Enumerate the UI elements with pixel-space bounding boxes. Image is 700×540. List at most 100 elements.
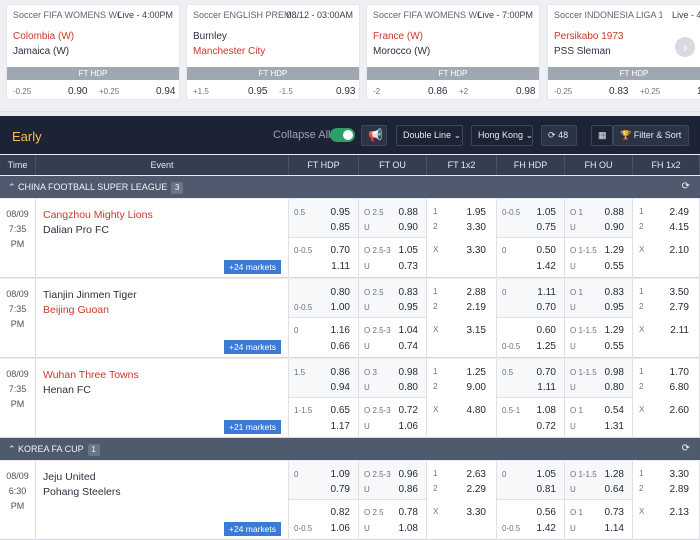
odds-value[interactable]: 0.88: [399, 207, 418, 218]
odds-value[interactable]: 3.30: [670, 469, 689, 480]
odds-value[interactable]: 1.42: [537, 261, 556, 272]
odds-value[interactable]: 3.15: [467, 325, 486, 336]
odds-value[interactable]: 0.85: [331, 222, 350, 233]
odds-value[interactable]: 0.94: [331, 382, 350, 393]
odds-value[interactable]: 1.31: [605, 421, 624, 432]
featured-match-card[interactable]: Soccer FIFA WOMENS WO... Live - 7:00PM Fra…: [366, 4, 540, 100]
odds-value[interactable]: 1.08: [399, 523, 418, 534]
odds-value[interactable]: 0.80: [331, 287, 350, 298]
more-markets-button[interactable]: +24 markets: [223, 522, 281, 536]
odds-value[interactable]: 0.95: [331, 207, 350, 218]
odds-value[interactable]: 0.80: [605, 382, 624, 393]
odds-value[interactable]: 0.78: [399, 507, 418, 518]
odds-value[interactable]: 0.79: [331, 484, 350, 495]
odds-value[interactable]: 0.74: [399, 341, 418, 352]
odds-value[interactable]: 1.25: [537, 341, 556, 352]
odds-value[interactable]: 1.17: [331, 421, 350, 432]
refresh-icon[interactable]: ⟳: [682, 438, 690, 460]
odds-value[interactable]: 6.80: [670, 382, 689, 393]
featured-match-card[interactable]: Soccer ENGLISH PREM... 08/12 - 03:00AM Bur…: [186, 4, 360, 100]
odds-value[interactable]: 0.72: [537, 421, 556, 432]
odds-value[interactable]: 2.11: [670, 325, 689, 336]
odds-value[interactable]: 0.96: [399, 469, 418, 480]
odds-value[interactable]: 1.25: [467, 367, 486, 378]
odds-value[interactable]: 0.83: [605, 287, 624, 298]
odds-value[interactable]: 1.00: [331, 302, 350, 313]
odds-value[interactable]: 0.64: [605, 484, 624, 495]
odds-value[interactable]: 0.82: [331, 507, 350, 518]
odds-value[interactable]: 0.70: [537, 302, 556, 313]
odds-value[interactable]: 1.11: [537, 382, 556, 393]
odds-value[interactable]: 1.11: [537, 287, 556, 298]
odds-value[interactable]: 0.66: [331, 341, 350, 352]
odds-value[interactable]: 0.80: [399, 382, 418, 393]
odds-value[interactable]: 0.98: [605, 367, 624, 378]
odds-away[interactable]: 0.93: [336, 86, 355, 97]
league-header[interactable]: ⌃ CHINA FOOTBALL SUPER LEAGUE 3 ⟳: [0, 176, 700, 198]
odds-away[interactable]: 0.94: [156, 86, 175, 97]
odds-value[interactable]: 0.90: [399, 222, 418, 233]
odds-value[interactable]: 0.72: [399, 405, 418, 416]
odds-value[interactable]: 0.65: [331, 405, 350, 416]
odds-value[interactable]: 2.10: [670, 245, 689, 256]
odds-home[interactable]: 0.86: [428, 86, 447, 97]
odds-value[interactable]: 4.80: [467, 405, 486, 416]
odds-value[interactable]: 2.79: [670, 302, 689, 313]
odds-value[interactable]: 2.60: [670, 405, 689, 416]
odds-value[interactable]: 3.30: [467, 507, 486, 518]
odds-value[interactable]: 1.06: [399, 421, 418, 432]
odds-value[interactable]: 1.04: [399, 325, 418, 336]
odds-value[interactable]: 1.05: [537, 207, 556, 218]
odds-value[interactable]: 1.42: [537, 523, 556, 534]
odds-value[interactable]: 2.13: [670, 507, 689, 518]
parlay-button[interactable]: ▦: [591, 125, 613, 146]
odds-value[interactable]: 2.19: [467, 302, 486, 313]
odds-value[interactable]: 2.88: [467, 287, 486, 298]
refresh-button[interactable]: ⟳ 48: [541, 125, 577, 146]
odds-value[interactable]: 0.88: [605, 207, 624, 218]
odds-value[interactable]: 1.11: [331, 261, 350, 272]
more-markets-button[interactable]: +24 markets: [223, 340, 281, 354]
odds-value[interactable]: 0.73: [605, 507, 624, 518]
odds-value[interactable]: 0.95: [399, 302, 418, 313]
odds-value[interactable]: 1.08: [537, 405, 556, 416]
odds-home[interactable]: 0.83: [609, 86, 628, 97]
featured-match-card[interactable]: Soccer FIFA WOMENS WO... Live - 4:00PM Col…: [6, 4, 180, 100]
odds-away[interactable]: 0.98: [516, 86, 535, 97]
odds-value[interactable]: 1.16: [331, 325, 350, 336]
odds-value[interactable]: 0.98: [399, 367, 418, 378]
next-arrow-button[interactable]: ›: [675, 37, 695, 57]
odds-value[interactable]: 0.73: [399, 261, 418, 272]
odds-value[interactable]: 0.50: [537, 245, 556, 256]
odds-value[interactable]: 2.89: [670, 484, 689, 495]
view-select[interactable]: Double Line ⌄: [396, 125, 463, 146]
odds-value[interactable]: 0.55: [605, 261, 624, 272]
refresh-icon[interactable]: ⟳: [682, 176, 690, 198]
odds-value[interactable]: 0.86: [331, 367, 350, 378]
collapse-all-toggle[interactable]: [330, 128, 355, 142]
odds-value[interactable]: 1.09: [331, 469, 350, 480]
odds-value[interactable]: 0.56: [537, 507, 556, 518]
odds-value[interactable]: 3.50: [670, 287, 689, 298]
odds-value[interactable]: 0.83: [399, 287, 418, 298]
odds-value[interactable]: 1.29: [605, 245, 624, 256]
odds-value[interactable]: 0.70: [331, 245, 350, 256]
odds-value[interactable]: 0.90: [605, 222, 624, 233]
more-markets-button[interactable]: +24 markets: [223, 260, 281, 274]
league-header[interactable]: ⌃ KOREA FA CUP 1 ⟳: [0, 438, 700, 460]
odds-value[interactable]: 1.05: [537, 469, 556, 480]
more-markets-button[interactable]: +21 markets: [223, 420, 281, 434]
odds-value[interactable]: 0.54: [605, 405, 624, 416]
odds-value[interactable]: 0.95: [605, 302, 624, 313]
odds-value[interactable]: 1.28: [605, 469, 624, 480]
odds-format-select[interactable]: Hong Kong ⌄: [471, 125, 533, 146]
odds-value[interactable]: 1.29: [605, 325, 624, 336]
odds-value[interactable]: 1.70: [670, 367, 689, 378]
odds-value[interactable]: 3.30: [467, 245, 486, 256]
odds-value[interactable]: 0.70: [537, 367, 556, 378]
odds-value[interactable]: 0.55: [605, 341, 624, 352]
odds-value[interactable]: 0.75: [537, 222, 556, 233]
odds-value[interactable]: 0.60: [537, 325, 556, 336]
odds-value[interactable]: 0.86: [399, 484, 418, 495]
odds-value[interactable]: 2.63: [467, 469, 486, 480]
